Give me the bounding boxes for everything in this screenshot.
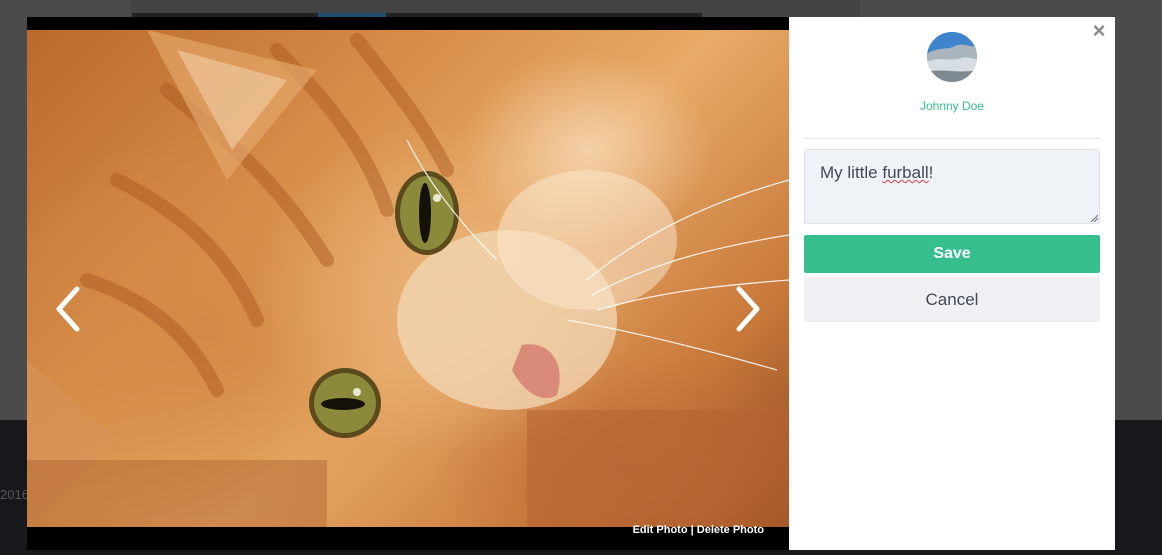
photo: [27, 30, 789, 527]
caption-input[interactable]: [804, 149, 1100, 224]
cancel-button[interactable]: Cancel: [804, 277, 1100, 322]
previous-photo-button[interactable]: [49, 285, 89, 333]
resize-grip-icon[interactable]: [1090, 214, 1098, 222]
delete-photo-link[interactable]: Delete Photo: [697, 524, 764, 536]
save-button[interactable]: Save: [804, 235, 1100, 273]
edit-photo-link[interactable]: Edit Photo: [633, 524, 688, 536]
photo-stage: Edit Photo | Delete Photo: [27, 17, 789, 550]
chevron-left-icon: [56, 286, 80, 332]
cat-illustration: [27, 30, 789, 527]
background-footer-text: 2016: [0, 487, 28, 502]
username-link[interactable]: Johnny Doe: [789, 99, 1115, 113]
photo-actions: Edit Photo | Delete Photo: [633, 524, 764, 536]
photo-details-panel: × Johnny Doe My little furball! Save Can…: [789, 17, 1115, 550]
avatar[interactable]: [927, 32, 977, 82]
chevron-right-icon: [736, 286, 760, 332]
actions-separator: |: [687, 524, 697, 536]
close-icon[interactable]: ×: [1089, 19, 1109, 43]
next-photo-button[interactable]: [727, 285, 767, 333]
avatar-image: [927, 32, 977, 82]
divider: [804, 138, 1101, 139]
